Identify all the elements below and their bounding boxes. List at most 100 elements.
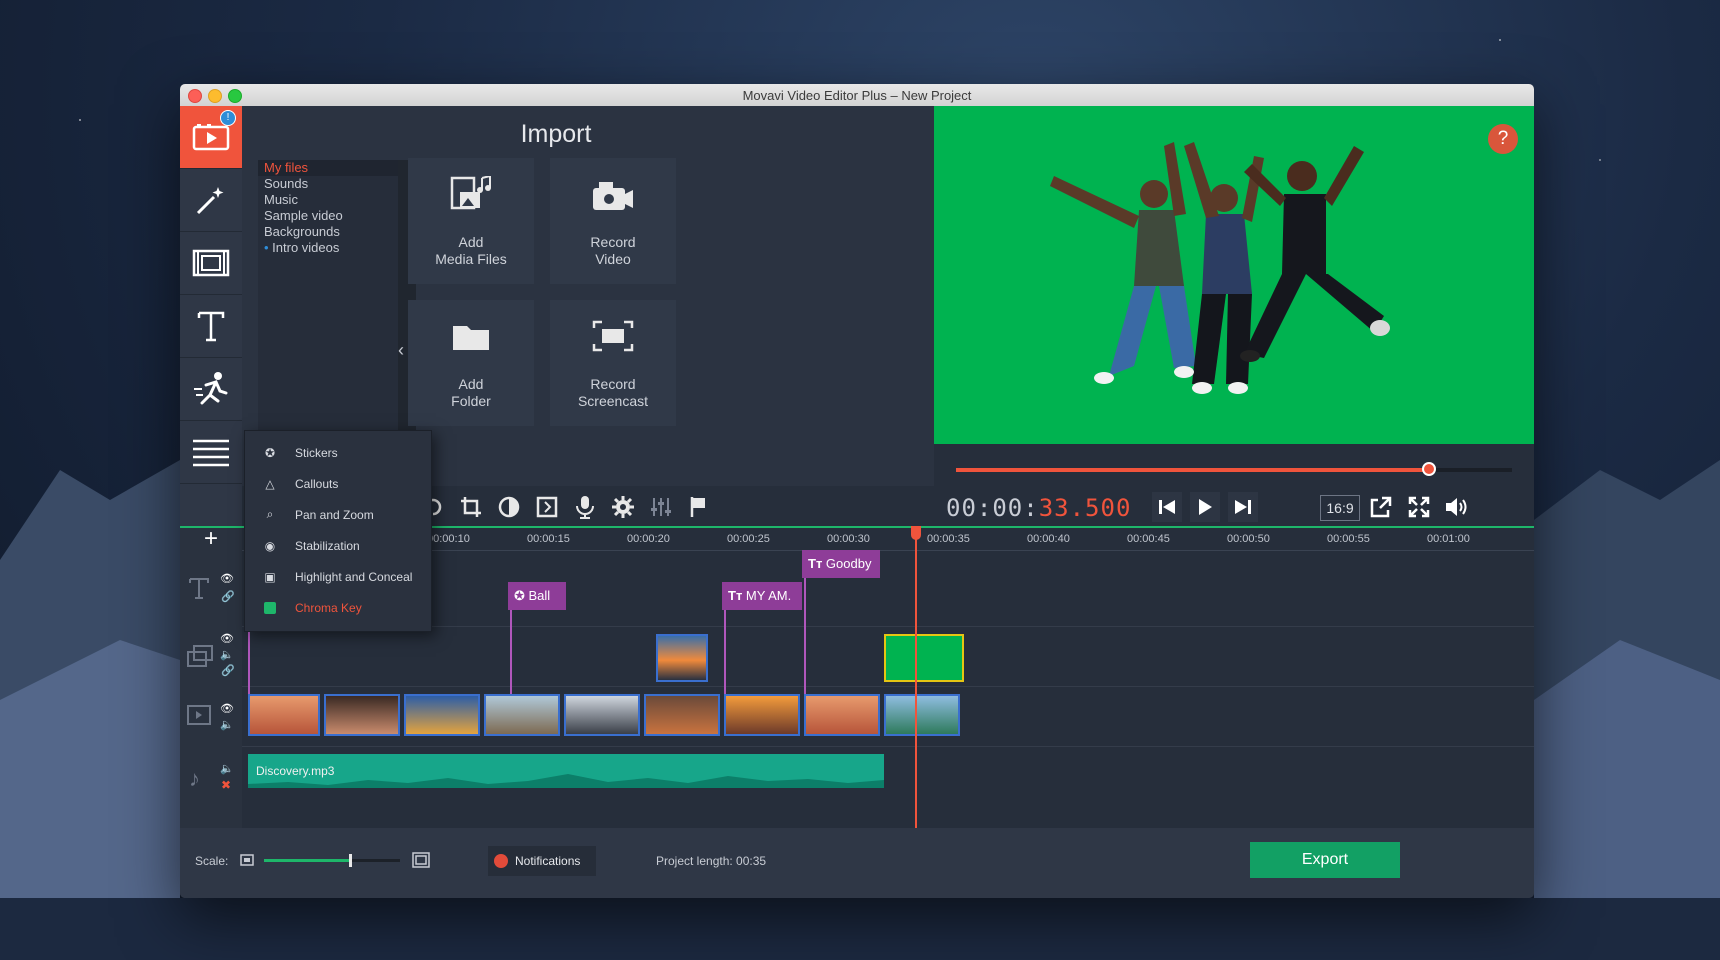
title-anchor-line	[724, 608, 726, 708]
titles-tab[interactable]	[180, 295, 242, 358]
file-category-sounds[interactable]: Sounds	[258, 176, 398, 192]
plus-icon: +	[203, 525, 218, 552]
volume-button[interactable]	[1442, 492, 1472, 522]
title-bar: Movavi Video Editor Plus – New Project	[180, 84, 1534, 107]
next-frame-button[interactable]	[1228, 492, 1258, 522]
crop-button[interactable]	[458, 494, 484, 520]
add-folder-label-1: Add	[458, 376, 484, 392]
scale-slider[interactable]	[264, 854, 400, 867]
add-track-button[interactable]: +	[180, 525, 242, 552]
video-clip[interactable]	[248, 694, 320, 736]
title-clip-my-am[interactable]: Tт MY AM.	[722, 582, 802, 610]
screencast-icon	[592, 320, 634, 352]
notifications-button[interactable]: Notifications	[488, 846, 596, 876]
record-screencast-tile[interactable]: Record Screencast	[550, 300, 676, 426]
detach-preview-button[interactable]	[1366, 492, 1396, 522]
video-clip[interactable]	[324, 694, 400, 736]
scrubber-handle[interactable]	[1421, 462, 1436, 476]
file-category-intro-videos-row[interactable]: • Intro videos	[258, 240, 398, 256]
clip-properties-button[interactable]	[610, 494, 636, 520]
export-button[interactable]: Export	[1250, 842, 1400, 878]
video-clip[interactable]	[724, 694, 800, 736]
add-media-icon	[450, 174, 491, 210]
previous-frame-button[interactable]	[1152, 492, 1182, 522]
aspect-ratio-button[interactable]: 16:9	[1320, 495, 1360, 521]
unlink-icon[interactable]: ✖	[221, 778, 231, 792]
menu-item-callouts[interactable]: △ Callouts	[245, 468, 431, 499]
timeline-playhead[interactable]	[915, 528, 917, 830]
overlay-clip-sunset[interactable]	[656, 634, 708, 682]
equalizer-icon	[651, 498, 671, 516]
video-clip[interactable]	[884, 694, 960, 736]
menu-item-stickers[interactable]: ✪ Stickers	[245, 437, 431, 468]
speaker-icon[interactable]: 🔈	[220, 648, 234, 661]
add-folder-tile[interactable]: Add Folder	[408, 300, 534, 426]
scale-slider-fill	[264, 859, 350, 862]
speaker-icon[interactable]: 🔈	[220, 762, 234, 775]
overlay-clip-chroma[interactable]	[884, 634, 964, 682]
color-adjust-button[interactable]	[496, 494, 522, 520]
filters-tab[interactable]	[180, 169, 242, 232]
import-tab[interactable]: !	[180, 106, 242, 169]
menu-item-chroma-key[interactable]: Chroma Key	[245, 592, 431, 623]
video-clip[interactable]	[644, 694, 720, 736]
timecode-current: 33.500	[1038, 494, 1132, 522]
file-category-my-files[interactable]: My files	[258, 160, 398, 176]
new-dot-icon: •	[264, 240, 273, 255]
transition-wizard-button[interactable]	[534, 494, 560, 520]
voiceover-button[interactable]	[572, 494, 598, 520]
speaker-icon[interactable]: 🔈	[220, 718, 234, 731]
tick-label: 00:00:35	[927, 533, 970, 545]
more-tools-tab[interactable]	[180, 421, 242, 484]
folder-icon	[453, 326, 489, 350]
video-clip[interactable]	[484, 694, 560, 736]
callout-icon: △	[265, 476, 275, 491]
add-media-label-1: Add	[458, 234, 484, 250]
record-video-tile[interactable]: Record Video	[550, 158, 676, 284]
import-badge: !	[220, 110, 236, 126]
file-category-intro-videos: Intro videos	[272, 240, 340, 255]
link-icon[interactable]: 🔗	[221, 664, 235, 677]
collapse-list-button[interactable]: ‹	[398, 340, 404, 361]
menu-item-stabilization[interactable]: ◉ Stabilization	[245, 530, 431, 561]
playhead-handle[interactable]	[911, 526, 921, 540]
video-clip[interactable]	[564, 694, 640, 736]
title-clip-goodbye[interactable]: Tт Goodby	[802, 550, 880, 578]
transitions-tab[interactable]	[180, 232, 242, 295]
video-clip[interactable]	[804, 694, 880, 736]
menu-item-highlight-and-conceal[interactable]: ▣ Highlight and Conceal	[245, 561, 431, 592]
motion-tab[interactable]	[180, 358, 242, 421]
scrubber-progress	[956, 468, 1429, 472]
link-icon[interactable]: 🔗	[221, 590, 235, 603]
zoom-in-icon[interactable]	[412, 852, 430, 868]
eye-icon[interactable]: 👁	[220, 572, 234, 585]
tick-label: 00:00:10	[427, 533, 470, 545]
audio-equalizer-button[interactable]	[648, 494, 674, 520]
title-clip-label: MY AM.	[745, 588, 792, 603]
music-note-icon: ♪	[189, 766, 200, 791]
preview-scrubber[interactable]	[956, 462, 1512, 476]
eye-icon[interactable]: 👁	[220, 702, 234, 715]
tick-label: 00:00:40	[1027, 533, 1070, 545]
scale-slider-handle[interactable]	[348, 854, 352, 867]
add-media-files-tile[interactable]: Add Media Files	[408, 158, 534, 284]
timeline-ruler[interactable]: 00:00:10 00:00:15 00:00:20 00:00:25 00:0…	[242, 528, 1534, 551]
fullscreen-button[interactable]	[1404, 492, 1434, 522]
eye-icon[interactable]: 👁	[220, 632, 234, 645]
video-clip[interactable]	[404, 694, 480, 736]
title-clip-ball[interactable]: ✪ Ball	[508, 582, 566, 610]
audio-clip-discovery[interactable]: Discovery.mp3	[248, 754, 884, 788]
help-button[interactable]: ?	[1488, 124, 1518, 154]
highlight-icon: ▣	[264, 569, 276, 584]
zoom-out-icon[interactable]	[240, 854, 254, 866]
add-marker-button[interactable]	[686, 494, 712, 520]
file-category-backgrounds[interactable]: Backgrounds	[258, 224, 398, 240]
skip-back-icon	[1159, 500, 1175, 514]
menu-item-pan-and-zoom[interactable]: ⌕ Pan and Zoom	[245, 499, 431, 530]
tick-label: 00:00:55	[1327, 533, 1370, 545]
file-category-music[interactable]: Music	[258, 192, 398, 208]
play-button[interactable]	[1190, 492, 1220, 522]
file-category-sample-video[interactable]: Sample video	[258, 208, 398, 224]
contrast-icon	[498, 496, 520, 518]
add-media-label-2: Media Files	[435, 251, 507, 267]
